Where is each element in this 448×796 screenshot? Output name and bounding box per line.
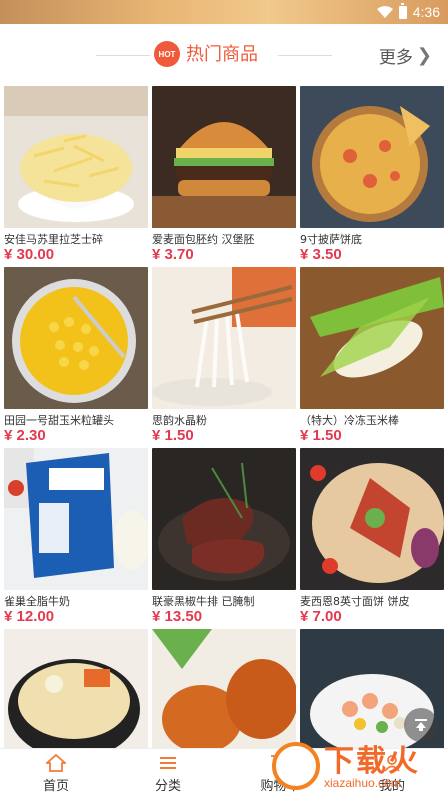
product-image-wrap <box>300 448 444 590</box>
status-icons: 4:36 <box>376 2 440 22</box>
section-title: 热门商品 <box>186 44 258 65</box>
product-price: ¥ 13.50 <box>152 608 203 625</box>
product-card[interactable]: （特大）冷冻玉米棒 ¥ 1.50 <box>300 267 444 444</box>
product-name: 麦西恩8英寸面饼 饼皮 <box>300 595 410 607</box>
product-price: ¥ 2.30 <box>4 427 46 444</box>
product-image-burger <box>152 86 296 228</box>
product-price: ¥ 1.50 <box>300 427 342 444</box>
product-card[interactable]: 思韵水晶粉 ¥ 1.50 <box>152 267 296 444</box>
list-icon <box>157 753 179 773</box>
more-label: 更多 <box>378 48 413 68</box>
product-price: ¥ 3.50 <box>300 246 342 263</box>
shredded-cheese-image <box>4 86 148 228</box>
product-card[interactable]: 爱麦面包胚约 汉堡胚 ¥ 3.70 <box>152 86 296 263</box>
product-price: ¥ 1.50 <box>152 427 194 444</box>
product-card[interactable]: 联豪黑椒牛排 已腌制 ¥ 13.50 <box>152 448 296 625</box>
pizza-image <box>300 86 444 228</box>
product-image-sweet-corn <box>4 267 148 409</box>
tab-home[interactable]: 首页 <box>0 749 112 796</box>
product-card[interactable]: 麦西恩8英寸面饼 饼皮 ¥ 7.00 <box>300 448 444 625</box>
product-price: ¥ 7.00 <box>300 608 342 625</box>
product-image-milk-box <box>4 448 148 590</box>
product-name: 联豪黑椒牛排 已腌制 <box>152 595 255 607</box>
watermark: 下载火 xiazaihuo.com <box>262 732 448 796</box>
product-price: ¥ 30.00 <box>4 246 55 263</box>
product-card[interactable]: 9寸披萨饼底 ¥ 3.50 <box>300 86 444 263</box>
divider-right <box>278 55 332 56</box>
watermark-logo-icon <box>272 742 320 790</box>
arrow-up-icon <box>415 719 427 731</box>
status-bar: 4:36 <box>0 0 448 24</box>
section-header: HOT 热门商品 更多 ❯ <box>0 28 448 80</box>
product-image-steak <box>152 448 296 590</box>
product-card[interactable]: 雀巢全脂牛奶 ¥ 12.00 <box>4 448 148 625</box>
tab-label: 首页 <box>42 778 69 794</box>
product-image-shredded-cheese <box>4 86 148 228</box>
watermark-text: 下载火 <box>324 744 420 779</box>
product-name: 安佳马苏里拉芝士碎 <box>4 233 103 245</box>
corn-cob-image <box>300 267 444 409</box>
tab-label: 分类 <box>154 778 181 794</box>
tab-category[interactable]: 分类 <box>112 749 224 796</box>
product-name: 思韵水晶粉 <box>152 414 207 426</box>
status-time: 4:36 <box>412 4 440 20</box>
product-card[interactable]: 安佳马苏里拉芝士碎 ¥ 30.00 <box>4 86 148 263</box>
wifi-icon <box>376 6 393 18</box>
product-name: （特大）冷冻玉米棒 <box>300 414 399 426</box>
product-name: 雀巢全脂牛奶 <box>4 595 70 607</box>
product-image-corn-cob <box>300 267 444 409</box>
product-image-crystal-noodles <box>152 267 296 409</box>
hot-badge: HOT <box>154 41 180 67</box>
milk-box-image <box>4 448 148 590</box>
product-name: 田园一号甜玉米粒罐头 <box>4 414 114 426</box>
battery-icon <box>398 2 407 19</box>
product-price: ¥ 3.70 <box>152 246 194 263</box>
home-icon <box>45 753 67 773</box>
chevron-right-icon: ❯ <box>416 45 432 66</box>
wrap-image <box>300 448 444 590</box>
burger-image <box>152 86 296 228</box>
sweet-corn-image <box>4 267 148 409</box>
watermark-url: xiazaihuo.com <box>324 776 401 790</box>
product-card[interactable]: 田园一号甜玉米粒罐头 ¥ 2.30 <box>4 267 148 444</box>
product-name: 爱麦面包胚约 汉堡胚 <box>152 233 255 245</box>
product-image-pizza <box>300 86 444 228</box>
more-button[interactable]: 更多 ❯ <box>379 43 432 68</box>
steak-image <box>152 448 296 590</box>
product-price: ¥ 12.00 <box>4 608 55 625</box>
crystal-noodles-image <box>152 267 296 409</box>
divider-left <box>96 55 150 56</box>
product-name: 9寸披萨饼底 <box>300 233 362 245</box>
